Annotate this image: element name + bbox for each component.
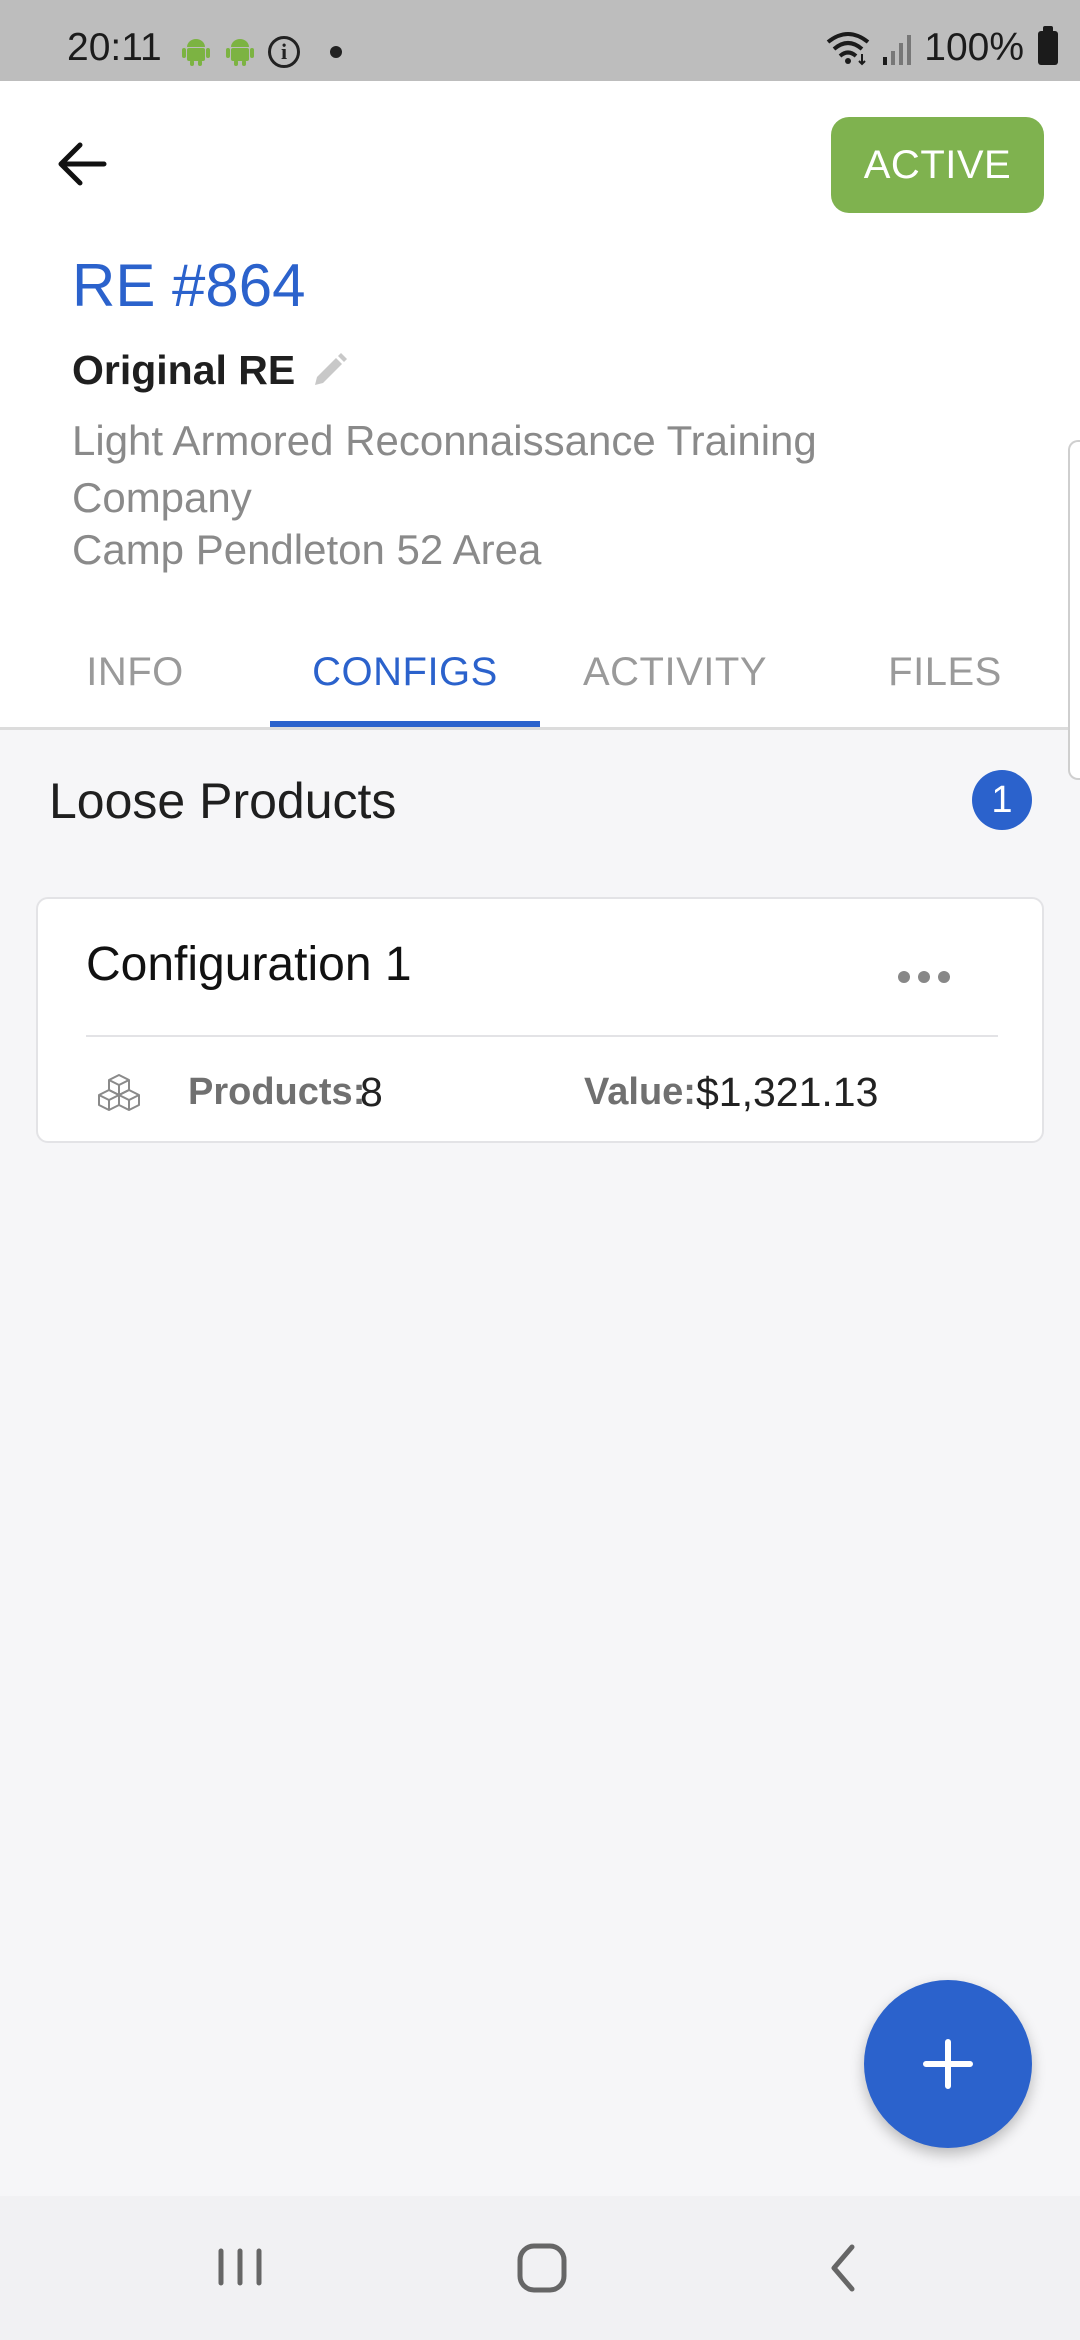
back-nav-icon[interactable] xyxy=(774,2196,914,2340)
status-badge: ACTIVE xyxy=(831,117,1044,213)
status-time: 20:11 xyxy=(67,26,162,69)
value-amount: $1,321.13 xyxy=(696,1069,879,1115)
location-name: Camp Pendleton 52 Area xyxy=(72,526,542,573)
android-icon xyxy=(226,39,254,66)
tab-activity[interactable]: ACTIVITY xyxy=(540,617,810,727)
count-badge: 1 xyxy=(972,770,1032,830)
page-title: RE #864 xyxy=(72,252,306,319)
notification-dot-icon xyxy=(330,46,342,58)
add-button[interactable] xyxy=(864,1980,1032,2148)
tab-bar: INFO CONFIGS ACTIVITY FILES xyxy=(0,617,1080,727)
plus-icon xyxy=(923,2039,973,2089)
tab-configs[interactable]: CONFIGS xyxy=(270,617,540,727)
products-label: Products: xyxy=(188,1071,366,1113)
configuration-title: Configuration 1 xyxy=(86,938,412,991)
configuration-card[interactable]: Configuration 1 Products: 8 Value: $1,32… xyxy=(36,897,1044,1143)
home-icon[interactable] xyxy=(472,2196,612,2340)
pencil-icon[interactable] xyxy=(309,351,349,391)
battery-icon xyxy=(1038,26,1058,65)
signal-icon xyxy=(883,35,912,65)
re-header: ACTIVE RE #864 Original RE Light Armored… xyxy=(0,81,1080,728)
configuration-stats: Products: 8 Value: $1,321.13 xyxy=(96,1067,996,1119)
more-options-icon[interactable] xyxy=(898,971,950,983)
tab-info[interactable]: INFO xyxy=(0,617,270,727)
recent-apps-icon[interactable] xyxy=(170,2196,310,2340)
system-nav-bar xyxy=(0,2196,1080,2340)
card-divider xyxy=(86,1035,998,1037)
info-icon: i xyxy=(268,36,300,68)
divider xyxy=(0,727,1080,730)
products-value: 8 xyxy=(360,1069,383,1115)
back-arrow-icon[interactable] xyxy=(48,129,118,199)
android-icon xyxy=(182,39,210,66)
value-label: Value: xyxy=(584,1071,696,1113)
status-bar: 20:11 i 100% xyxy=(0,0,1080,81)
boxes-icon xyxy=(98,1074,140,1111)
re-subtitle: Original RE xyxy=(72,347,296,393)
wifi-icon xyxy=(827,32,870,66)
edge-panel-handle[interactable] xyxy=(1068,440,1080,780)
tab-files[interactable]: FILES xyxy=(810,617,1080,727)
re-subtitle-row: Original RE xyxy=(72,347,349,394)
battery-percent: 100% xyxy=(924,26,1024,69)
section-title: Loose Products xyxy=(49,773,397,829)
organization-name: Light Armored Reconnaissance Training Co… xyxy=(72,417,817,521)
